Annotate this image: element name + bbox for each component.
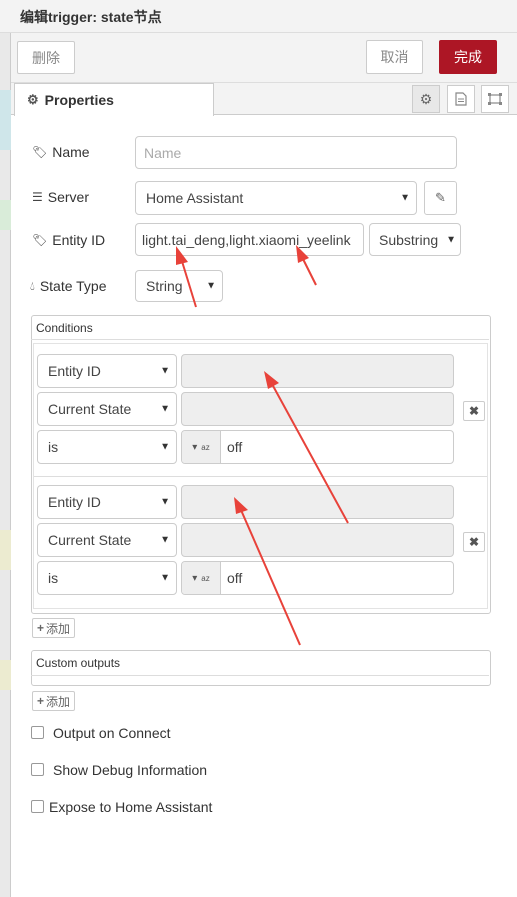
entity-id-match-value: Substring — [379, 231, 439, 248]
add-output-button[interactable]: + 添加 — [32, 691, 76, 711]
type-string-icon[interactable]: ▾ az — [182, 431, 221, 463]
tag-icon: 🏷︎ — [32, 233, 48, 247]
condition-value-input[interactable]: ▾ az off — [181, 430, 454, 464]
plus-icon: + — [37, 694, 45, 708]
close-icon: ✖ — [468, 535, 480, 549]
tag-icon: 🏷︎ — [32, 145, 48, 159]
add-output-label: 添加 — [46, 694, 71, 709]
condition-property-input[interactable] — [181, 392, 454, 426]
edit-server-button[interactable]: ✎ — [424, 181, 457, 215]
condition-operator-select[interactable]: is ▼ — [37, 430, 177, 464]
show-debug-checkbox[interactable] — [31, 763, 44, 776]
plus-icon: + — [37, 621, 45, 635]
server-select[interactable]: Home Assistant ▼ — [135, 181, 417, 215]
condition-property-select[interactable]: Current State ▼ — [37, 523, 177, 557]
condition-compare-value: off — [227, 570, 243, 586]
server-icon: ☰ — [32, 190, 43, 204]
caret-down-icon: ▼ — [160, 572, 170, 584]
condition-operator-select[interactable]: is ▼ — [37, 561, 177, 595]
caret-down-icon: ▼ — [446, 234, 456, 245]
output-on-connect-label: Output on Connect — [53, 725, 171, 741]
done-button[interactable]: 完成 — [439, 40, 497, 74]
server-label: ☰ Server — [32, 189, 89, 205]
gear-icon: ⚙ — [419, 90, 433, 107]
entity-id-input[interactable]: light.tai_deng,light.xiaomi_yeelink — [135, 223, 364, 256]
tab-appearance[interactable] — [481, 85, 509, 113]
workspace-node-strip — [0, 660, 11, 690]
droplet-icon: 💧︎ — [30, 278, 35, 293]
workspace-node-strip — [0, 200, 11, 230]
condition-type-value: Entity ID — [48, 363, 101, 379]
add-condition-label: 添加 — [46, 621, 71, 636]
state-type-select[interactable]: String ▼ — [135, 270, 223, 302]
tab-node-settings[interactable]: ⚙ — [412, 85, 440, 113]
tab-description[interactable] — [447, 85, 475, 113]
condition-divider — [34, 476, 487, 477]
state-type-label: 💧︎ State Type — [30, 278, 107, 294]
delete-button[interactable]: 删除 — [17, 41, 75, 74]
state-type-value: String — [146, 278, 183, 294]
condition-type-select[interactable]: Entity ID ▼ — [37, 485, 177, 519]
add-condition-button[interactable]: + 添加 — [32, 618, 76, 638]
tab-properties[interactable]: ⚙ Properties — [14, 83, 214, 116]
custom-outputs-header: Custom outputs — [31, 651, 489, 676]
condition-entity-input[interactable] — [181, 354, 454, 388]
caret-down-icon: ▼ — [160, 403, 170, 415]
entity-id-match-select[interactable]: Substring ▼ — [369, 223, 461, 256]
condition-operator-value: is — [48, 439, 59, 455]
condition-property-select[interactable]: Current State ▼ — [37, 392, 177, 426]
gear-icon: ⚙ — [27, 92, 39, 107]
condition-entity-input[interactable] — [181, 485, 454, 519]
caret-down-icon: ▼ — [206, 280, 216, 292]
expose-checkbox[interactable] — [31, 800, 44, 813]
server-select-value: Home Assistant — [146, 190, 244, 206]
document-icon — [455, 92, 467, 106]
caret-down-icon: ▼ — [160, 365, 170, 377]
tab-properties-label: Properties — [44, 92, 114, 108]
type-string-icon[interactable]: ▾ az — [182, 562, 221, 594]
caret-down-icon: ▼ — [160, 496, 170, 508]
condition-value-input[interactable]: ▾ az off — [181, 561, 454, 595]
expose-label: Expose to Home Assistant — [49, 799, 213, 815]
workspace-node-strip — [0, 530, 11, 570]
entity-id-label: 🏷︎ Entity ID — [32, 232, 106, 248]
condition-property-input[interactable] — [181, 523, 454, 557]
caret-down-icon: ▼ — [400, 192, 410, 204]
dialog-title: 编辑trigger: state节点 — [20, 9, 162, 25]
cancel-button[interactable]: 取消 — [366, 40, 423, 74]
remove-condition-button[interactable]: ✖ — [463, 401, 485, 421]
workspace-node-strip — [0, 90, 11, 150]
remove-condition-button[interactable]: ✖ — [463, 532, 485, 552]
output-on-connect-checkbox[interactable] — [31, 726, 44, 739]
name-label: 🏷︎ Name — [32, 144, 90, 160]
name-input[interactable]: Name — [135, 136, 457, 169]
condition-type-value: Entity ID — [48, 494, 101, 510]
frame-icon — [488, 93, 502, 105]
close-icon: ✖ — [468, 404, 480, 418]
conditions-header: Conditions — [31, 316, 489, 340]
caret-down-icon: ▼ — [160, 534, 170, 546]
caret-down-icon: ▼ — [160, 441, 170, 453]
pencil-icon: ✎ — [435, 190, 446, 205]
condition-property-value: Current State — [48, 532, 132, 548]
show-debug-label: Show Debug Information — [53, 762, 208, 778]
workspace-edge — [0, 33, 11, 897]
condition-type-select[interactable]: Entity ID ▼ — [37, 354, 177, 388]
condition-operator-value: is — [48, 570, 59, 586]
condition-compare-value: off — [227, 439, 243, 455]
condition-property-value: Current State — [48, 401, 132, 417]
